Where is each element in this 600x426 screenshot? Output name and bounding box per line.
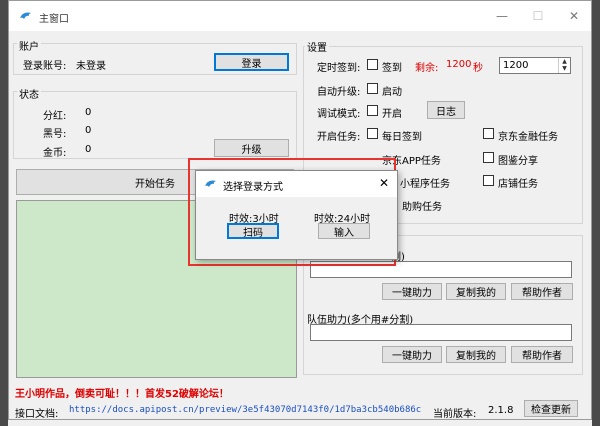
jd-finance-checkbox[interactable] (483, 128, 494, 139)
jd-finance-label: 京东金融任务 (498, 132, 558, 143)
login-account-label: 登录账号: (23, 61, 67, 72)
notice-text: 王小明作品，倒卖可耻！！！首发52破解论坛！ (15, 389, 229, 400)
coins-value: 0 (85, 144, 92, 155)
image-share-checkbox[interactable] (483, 152, 494, 163)
tasks-label: 开启任务: (317, 132, 361, 143)
window-title: 主窗口 (39, 14, 69, 25)
desktop-right-edge (592, 0, 600, 426)
input-credentials-button[interactable]: 输入 (318, 223, 370, 239)
help-author-button[interactable]: 帮助作者 (511, 283, 573, 300)
group-buy-label: 助购任务 (402, 202, 442, 213)
interval-value: 1200 (503, 60, 529, 71)
title-bar[interactable]: 主窗口 — ☐ ✕ (9, 1, 591, 31)
dialog-close-icon[interactable]: ✕ (379, 176, 389, 190)
dialog-title-bar[interactable]: 选择登录方式 ✕ (196, 171, 397, 197)
timed-signin-label: 定时签到: (317, 63, 361, 74)
dialog-title: 选择登录方式 (223, 182, 283, 193)
scan-qr-button[interactable]: 扫码 (227, 223, 279, 239)
signin-checkbox-label: 签到 (382, 63, 402, 74)
blacklist-value: 0 (85, 125, 92, 136)
team-one-click-help-button[interactable]: 一键助力 (382, 346, 442, 363)
log-button[interactable]: 日志 (427, 101, 465, 119)
version-label: 当前版本: (433, 409, 477, 420)
team-help-input[interactable] (310, 324, 572, 341)
status-legend: 状态 (17, 86, 41, 101)
dolphin-icon (205, 180, 216, 187)
debug-checkbox[interactable] (367, 105, 378, 116)
remaining-value: 1200 (446, 59, 472, 70)
team-copy-mine-button[interactable]: 复制我的 (446, 346, 506, 363)
auto-upgrade-checkbox-label: 启动 (382, 87, 402, 98)
check-update-button[interactable]: 检查更新 (524, 400, 578, 417)
image-share-label: 图鉴分享 (498, 156, 538, 167)
close-button[interactable]: ✕ (559, 6, 589, 26)
coins-label: 金币: (43, 148, 67, 159)
dividend-label: 分红: (43, 111, 67, 122)
auto-upgrade-label: 自动升级: (317, 87, 361, 98)
version-value: 2.1.8 (488, 405, 514, 416)
shop-task-checkbox[interactable] (483, 175, 494, 186)
dividend-value: 0 (85, 107, 92, 118)
settings-legend: 设置 (305, 39, 329, 54)
desktop-left-edge (0, 0, 8, 426)
auto-upgrade-checkbox[interactable] (367, 83, 378, 94)
dolphin-icon (20, 12, 31, 19)
signin-checkbox[interactable] (367, 59, 378, 70)
daily-signin-label: 每日签到 (382, 132, 422, 143)
upgrade-button[interactable]: 升级 (214, 139, 289, 157)
debug-checkbox-label: 开启 (382, 109, 402, 120)
login-method-dialog: 选择登录方式 ✕ 时效:3小时 扫码 时效:24小时 输入 (195, 170, 398, 260)
login-account-value: 未登录 (76, 61, 106, 72)
interval-spinbox[interactable]: 1200 ▲ ▼ (499, 57, 571, 74)
team-help-author-button[interactable]: 帮助作者 (511, 346, 573, 363)
shop-task-label: 店铺任务 (498, 179, 538, 190)
api-doc-label: 接口文档: (15, 409, 59, 420)
minimize-button[interactable]: — (487, 6, 517, 26)
api-doc-link[interactable]: https://docs.apipost.cn/preview/3e5f4307… (69, 405, 421, 415)
remaining-label: 剩余: (415, 63, 439, 74)
daily-signin-checkbox[interactable] (367, 128, 378, 139)
account-legend: 账户 (17, 38, 41, 53)
copy-mine-button[interactable]: 复制我的 (446, 283, 506, 300)
mini-program-label: 小程序任务 (400, 179, 450, 190)
maximize-button[interactable]: ☐ (523, 6, 553, 26)
login-button[interactable]: 登录 (214, 53, 289, 71)
blacklist-label: 黑号: (43, 129, 67, 140)
one-click-help-button[interactable]: 一键助力 (382, 283, 442, 300)
spin-arrows-icon[interactable]: ▲ ▼ (558, 58, 570, 73)
remaining-unit: 秒 (473, 63, 483, 74)
debug-mode-label: 调试模式: (317, 109, 361, 120)
